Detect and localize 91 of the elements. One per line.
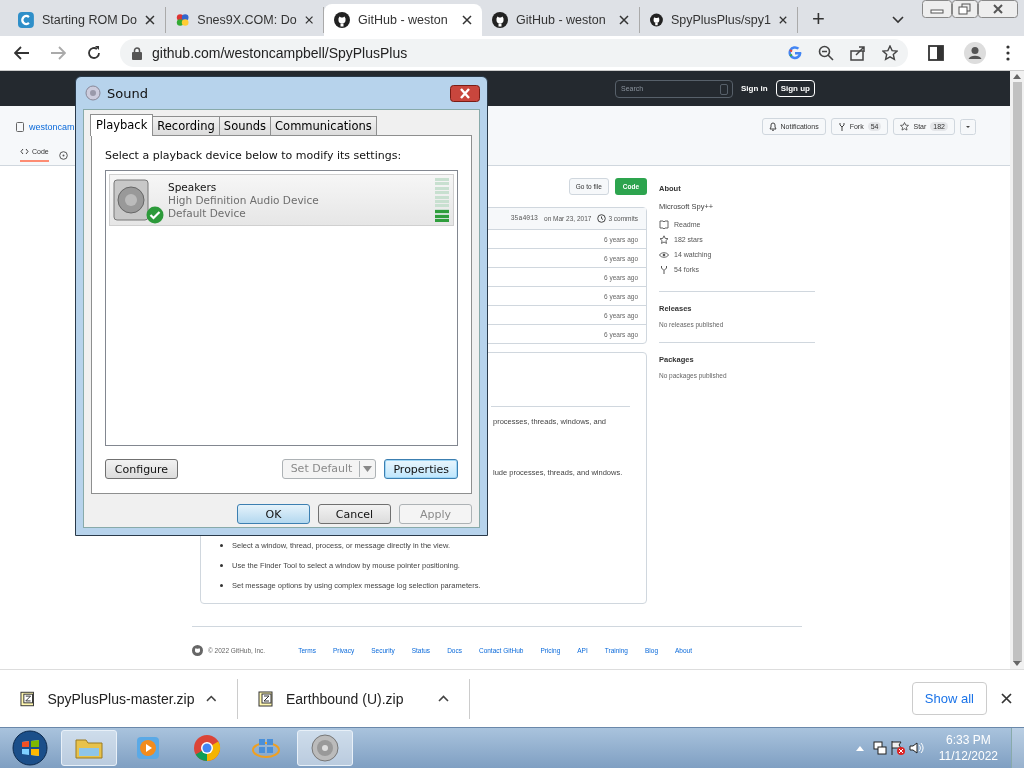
github-logo-icon[interactable] <box>192 645 203 656</box>
download-item[interactable]: Earthbound (U).zip <box>238 678 470 719</box>
fork-icon <box>659 264 669 275</box>
browser-tab[interactable]: GitHub - weston <box>482 7 640 33</box>
caret-up-icon[interactable] <box>438 695 449 702</box>
code-icon <box>20 148 29 155</box>
bullet-icon <box>220 564 223 567</box>
properties-button[interactable]: Properties <box>384 459 458 479</box>
sign-up-button[interactable]: Sign up <box>775 80 815 97</box>
speaker-icon <box>112 178 152 222</box>
tab-title: Snes9X.COM: Do <box>197 13 297 27</box>
caret-up-icon[interactable] <box>206 695 217 702</box>
dialog-button[interactable]: Cancel <box>318 504 391 524</box>
bell-icon <box>768 122 777 131</box>
device-name: Speakers <box>168 180 218 194</box>
fork-icon <box>837 122 846 131</box>
level-meter <box>435 178 449 222</box>
close-icon[interactable] <box>619 15 629 25</box>
star-icon <box>900 122 910 131</box>
caret-icon <box>363 466 373 472</box>
start-orb-icon[interactable] <box>12 730 48 766</box>
close-icon[interactable] <box>978 0 1018 18</box>
history-icon <box>597 214 607 223</box>
tab[interactable]: Playback <box>90 114 154 136</box>
tab[interactable]: Recording <box>152 116 220 135</box>
chrome-icon <box>191 732 223 764</box>
lock-icon <box>132 46 142 60</box>
close-icon[interactable] <box>145 15 155 25</box>
tab-title: GitHub - weston <box>358 13 449 27</box>
scroll-thumb[interactable] <box>1012 82 1022 662</box>
colored-dots-icon <box>176 12 190 28</box>
more-icon[interactable] <box>1006 45 1010 61</box>
tab-title: Starting ROM Do <box>41 13 138 27</box>
tab-title: SpyPlusPlus/spy1 <box>670 13 771 27</box>
repo-owner-link[interactable]: westoncam <box>29 121 75 132</box>
back-icon[interactable] <box>14 46 30 60</box>
star-icon[interactable] <box>882 45 898 61</box>
chevron-down-icon[interactable] <box>892 16 904 24</box>
window-title: Sound <box>107 85 148 101</box>
device-item[interactable]: Speakers High Definition Audio Device Default Device <box>109 174 454 226</box>
browser-tab[interactable]: Starting ROM Do <box>8 7 166 33</box>
bullet-icon <box>220 544 223 547</box>
network-icon[interactable] <box>872 741 887 755</box>
restore-icon[interactable] <box>952 0 978 18</box>
github-logo-icon <box>650 12 663 28</box>
browser-tab[interactable]: GitHub - weston <box>324 4 482 36</box>
download-item[interactable]: SpyPlusPlus-master.zip <box>0 678 238 719</box>
instruction-text: Select a playback device below to modify its settings: <box>105 149 403 162</box>
book-icon <box>659 219 669 230</box>
tab[interactable]: Sounds <box>218 116 272 135</box>
side-panel-icon[interactable] <box>928 45 944 61</box>
share-icon[interactable] <box>850 45 866 61</box>
sign-in-link[interactable]: Sign in <box>741 84 768 93</box>
zip-file-icon <box>20 690 36 707</box>
minimize-icon[interactable] <box>922 0 952 18</box>
taskbar-button[interactable] <box>297 730 353 766</box>
slash-key-icon <box>720 83 728 95</box>
flag-error-icon[interactable] <box>889 740 906 756</box>
issue-icon[interactable] <box>58 150 68 160</box>
browser-tab[interactable]: SpyPlusPlus/spy1 <box>640 7 798 33</box>
volume-icon[interactable] <box>908 741 924 755</box>
google-icon[interactable] <box>788 46 802 60</box>
device-description: High Definition Audio Device <box>168 193 319 207</box>
github-logo-icon <box>334 12 350 28</box>
c-logo-icon <box>18 12 34 28</box>
dialog-button[interactable]: OK <box>237 504 310 524</box>
zip-file-icon <box>258 690 274 707</box>
address-field[interactable]: github.com/westoncampbell/SpyPlusPlus <box>120 39 908 67</box>
zoom-icon[interactable] <box>818 45 834 61</box>
show-all-button[interactable]: Show all <box>911 682 987 715</box>
tab[interactable]: Communications <box>270 116 377 135</box>
close-icon[interactable] <box>304 15 313 25</box>
close-icon[interactable] <box>778 15 787 25</box>
device-status: Default Device <box>168 206 247 220</box>
star-icon <box>659 234 669 245</box>
configure-button[interactable]: Configure <box>105 459 178 479</box>
profile-icon[interactable] <box>964 42 986 64</box>
repo-icon <box>16 121 24 132</box>
scroll-up-icon[interactable] <box>1013 74 1021 79</box>
speaker-icon <box>309 732 341 764</box>
close-icon[interactable] <box>1001 693 1012 704</box>
scrollbar[interactable] <box>1010 71 1024 669</box>
tab-title: GitHub - weston <box>516 13 607 27</box>
reload-icon[interactable] <box>86 45 102 61</box>
github-logo-icon <box>492 12 508 28</box>
bullet-icon <box>220 584 223 587</box>
eye-icon <box>659 249 669 260</box>
new-tab-button[interactable]: + <box>798 8 839 30</box>
speaker-icon <box>85 85 101 101</box>
close-icon[interactable] <box>462 15 472 25</box>
close-icon[interactable] <box>450 84 480 102</box>
